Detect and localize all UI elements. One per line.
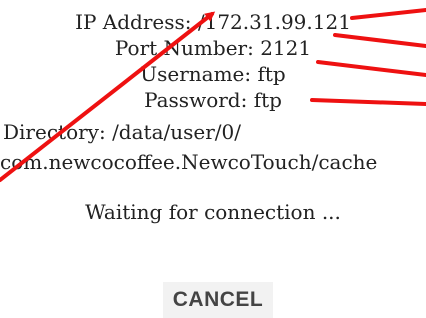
directory-label-line2: com.newcocoffee.NewcoTouch/cache [0, 150, 378, 174]
port-number-label: Port Number: 2121 [114, 36, 312, 60]
username-label: Username: ftp [140, 62, 286, 86]
waiting-status: Waiting for connection ... [85, 200, 341, 224]
cancel-button[interactable]: CANCEL [163, 282, 273, 318]
directory-label-line1: Directory: /data/user/0/ [3, 120, 241, 144]
password-label: Password: ftp [144, 88, 282, 112]
ip-address-label: IP Address: /172.31.99.121 [75, 10, 351, 34]
